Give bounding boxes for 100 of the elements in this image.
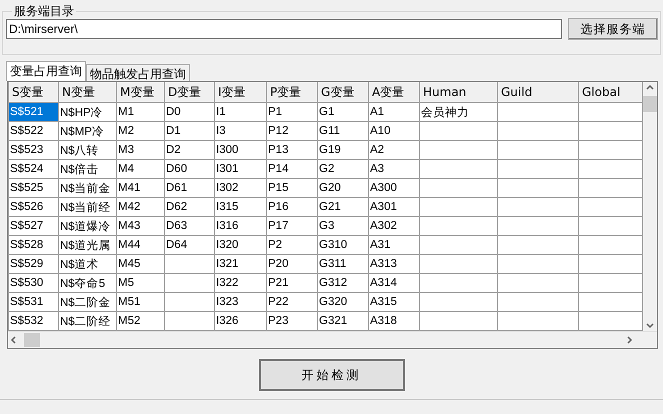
column-header[interactable]: Global [578, 82, 642, 102]
column-header[interactable]: N变量 [58, 82, 116, 102]
table-cell: M2 [116, 122, 164, 140]
table-cell: I300 [214, 140, 266, 160]
table-cell: P15 [266, 178, 318, 198]
scroll-left-icon[interactable] [8, 335, 18, 345]
table-cell: M45 [116, 254, 164, 274]
table-cell: P23 [266, 312, 318, 330]
table-cell: I326 [214, 312, 266, 330]
path-input-field[interactable]: D:\mirserver\ [6, 19, 562, 39]
table-cell: I316 [214, 216, 266, 236]
table-cell: N$当前金 [58, 178, 116, 198]
table-cell: S$530 [8, 274, 58, 292]
table-cell: N$MP冷 [58, 122, 116, 140]
column-header[interactable]: G变量 [318, 82, 368, 102]
table-cell: S$525 [8, 178, 58, 198]
table-cell: A3 [368, 160, 420, 178]
table-cell: P13 [266, 140, 318, 160]
table-cell: S$522 [8, 122, 58, 140]
table-cell: D61 [164, 178, 214, 198]
table-cell: M4 [116, 160, 164, 178]
table-cell: S$532 [8, 312, 58, 330]
table-cell: S$526 [8, 198, 58, 216]
table-cell: I321 [214, 254, 266, 274]
table-cell: N$道爆冷 [58, 216, 116, 236]
table-cell: M44 [116, 236, 164, 254]
table-cell: A300 [368, 178, 420, 198]
table-cell: M52 [116, 312, 164, 330]
table-cell: M1 [116, 102, 164, 122]
table-cell: P2 [266, 236, 318, 254]
table-cell: N$道光属 [58, 236, 116, 254]
table-cell: D60 [164, 160, 214, 178]
table-cell: S$521 [8, 102, 58, 122]
table-cell: A314 [368, 274, 420, 292]
table-cell: S$523 [8, 140, 58, 160]
scroll-down-icon[interactable] [645, 321, 655, 331]
table-cell: I320 [214, 236, 266, 254]
table-cell: G311 [318, 254, 368, 274]
table-cell: D64 [164, 236, 214, 254]
table-cell: P1 [266, 102, 318, 122]
start-check-button[interactable]: 开始检测 [258, 359, 404, 391]
table-cell: G11 [318, 122, 368, 140]
column-header[interactable]: D变量 [164, 82, 214, 102]
table-cell: I301 [214, 160, 266, 178]
scroll-right-icon[interactable] [625, 335, 635, 345]
table-cell: G2 [318, 160, 368, 178]
scrollbar-thumb[interactable] [24, 333, 40, 347]
table-cell: G312 [318, 274, 368, 292]
table-cell: A313 [368, 254, 420, 274]
tab[interactable]: 物品触发占用查询 [86, 64, 190, 81]
table-cell: S$529 [8, 254, 58, 274]
table-cell: P20 [266, 254, 318, 274]
scroll-up-icon[interactable] [645, 82, 655, 92]
table-cell: A10 [368, 122, 420, 140]
table-cell: A1 [368, 102, 420, 122]
table-cell: A315 [368, 292, 420, 312]
table-cell: N$当前经 [58, 198, 116, 216]
column-header[interactable]: M变量 [116, 82, 164, 102]
column-header[interactable]: A变量 [368, 82, 420, 102]
table-cell: G310 [318, 236, 368, 254]
table-cell: G3 [318, 216, 368, 236]
table-cell: I323 [214, 292, 266, 312]
table-cell: I1 [214, 102, 266, 122]
table-cell: I322 [214, 274, 266, 292]
table-cell: N$夺命5 [58, 274, 116, 292]
table-cell: A302 [368, 216, 420, 236]
table-cell: S$528 [8, 236, 58, 254]
table-cell: I3 [214, 122, 266, 140]
table-cell: P12 [266, 122, 318, 140]
table-cell: M51 [116, 292, 164, 312]
horizontal-scrollbar[interactable] [8, 331, 657, 348]
table-cell: S$531 [8, 292, 58, 312]
table-cell: D2 [164, 140, 214, 160]
scrollbar-thumb[interactable] [643, 96, 657, 112]
column-header[interactable]: P变量 [266, 82, 318, 102]
table-cell: D0 [164, 102, 214, 122]
table-cell: S$527 [8, 216, 58, 236]
column-header[interactable]: S变量 [8, 82, 58, 102]
vertical-scrollbar[interactable] [643, 82, 657, 331]
table-cell: M5 [116, 274, 164, 292]
tab[interactable]: 变量占用查询 [6, 61, 86, 81]
table-cell: G21 [318, 198, 368, 216]
table-cell: M41 [116, 178, 164, 198]
table-cell: P16 [266, 198, 318, 216]
table-cell: G19 [318, 140, 368, 160]
select-server-button[interactable]: 选择服务端 [568, 18, 658, 40]
column-header[interactable]: Guild [498, 82, 578, 102]
table-cell: P22 [266, 292, 318, 312]
table-cell: A318 [368, 312, 420, 330]
table-cell: P14 [266, 160, 318, 178]
table-cell: S$524 [8, 160, 58, 178]
table-cell: G320 [318, 292, 368, 312]
table-cell: D1 [164, 122, 214, 140]
column-header[interactable]: I变量 [214, 82, 266, 102]
table-cell: D63 [164, 216, 214, 236]
table-cell: M3 [116, 140, 164, 160]
table-cell: I315 [214, 198, 266, 216]
table-cell: P17 [266, 216, 318, 236]
table-cell: P21 [266, 274, 318, 292]
column-header[interactable]: Human [420, 82, 498, 102]
